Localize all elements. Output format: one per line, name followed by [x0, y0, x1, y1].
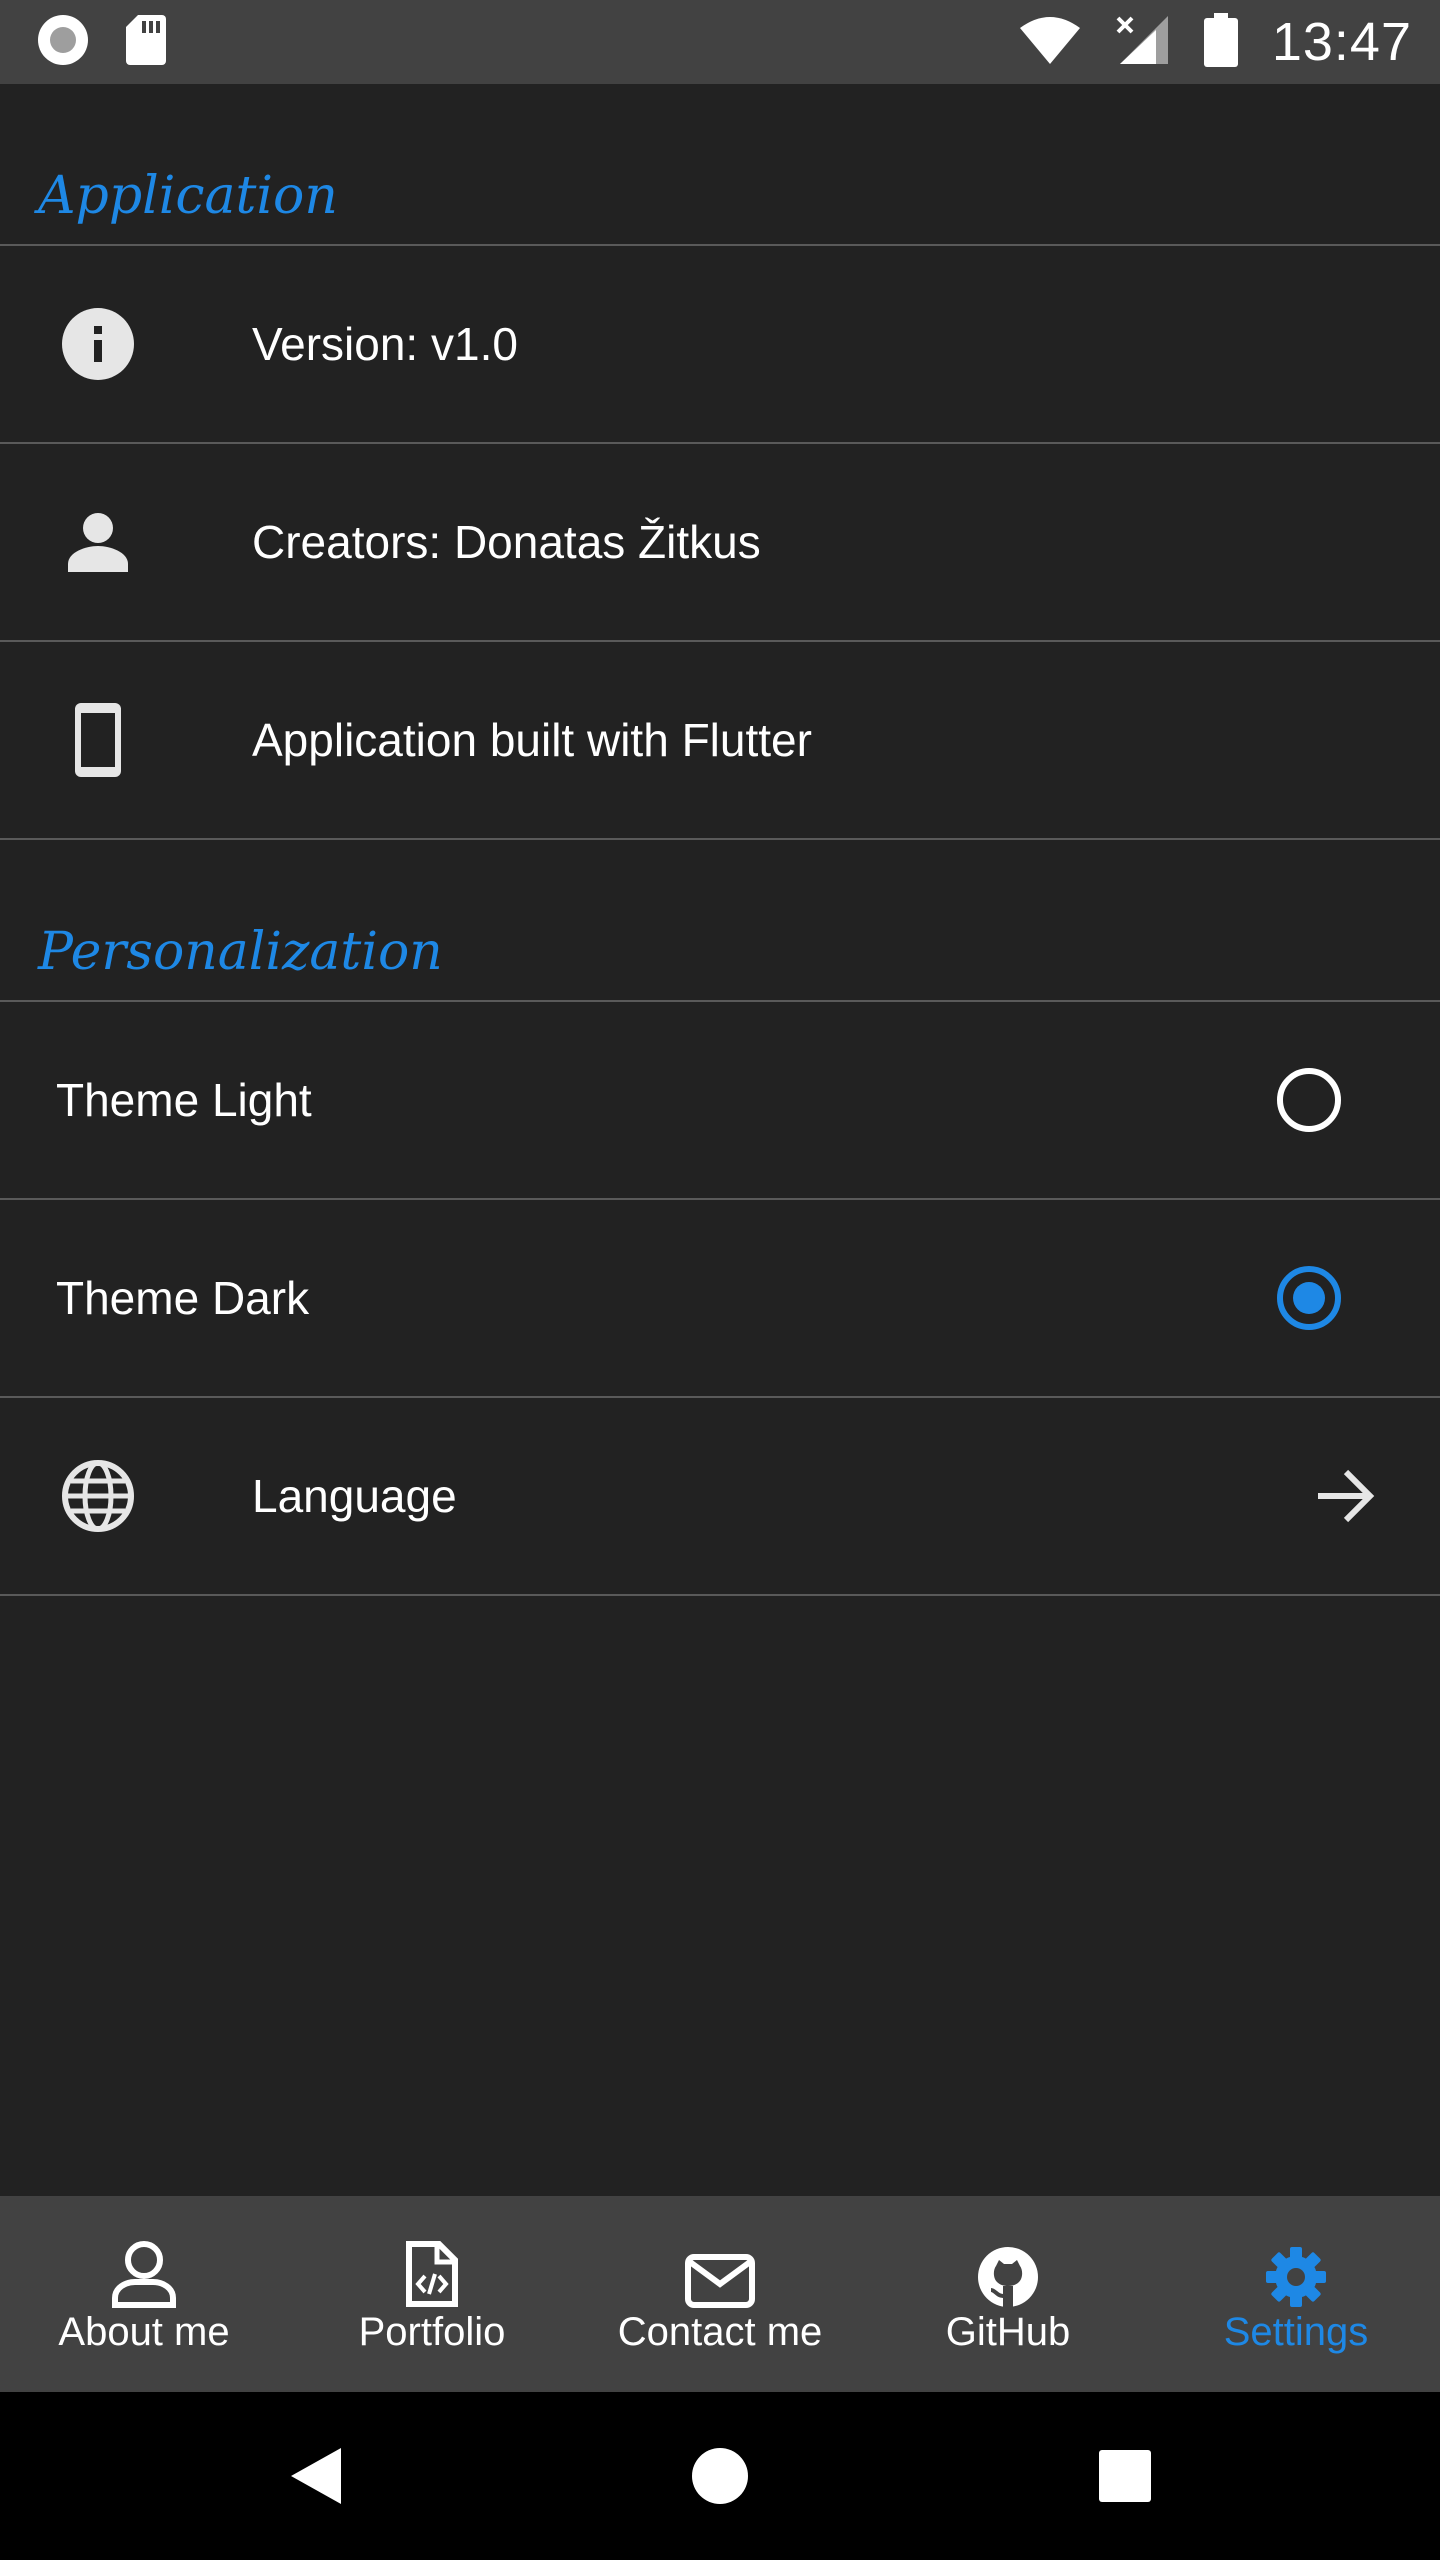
- system-navigation-bar: [0, 2392, 1440, 2560]
- nav-label: About me: [58, 2309, 230, 2354]
- item-label: Language: [252, 1470, 457, 1522]
- record-icon: [36, 13, 90, 72]
- nav-item-about-me[interactable]: About me: [0, 2196, 288, 2392]
- battery-icon: [1203, 12, 1238, 72]
- list-item-language[interactable]: Language: [0, 1398, 1440, 1596]
- radio-theme-light[interactable]: [1276, 1067, 1342, 1133]
- item-label: Application built with Flutter: [252, 714, 812, 766]
- section-title: Personalization: [38, 922, 443, 982]
- user-icon: [111, 2234, 177, 2308]
- item-label: Creators: Donatas Žitkus: [252, 516, 761, 568]
- item-label: Version: v1.0: [252, 318, 518, 370]
- nav-item-github[interactable]: GitHub: [864, 2196, 1152, 2392]
- phone-icon: [60, 702, 136, 778]
- list-item-version[interactable]: Version: v1.0: [0, 246, 1440, 444]
- signal-icon: [1116, 14, 1170, 71]
- arrow-right-icon: [1314, 1468, 1376, 1524]
- wifi-icon: [1018, 14, 1082, 71]
- home-icon[interactable]: [691, 2447, 749, 2505]
- github-icon: [977, 2234, 1039, 2308]
- info-icon: [60, 306, 136, 382]
- nav-label: Settings: [1223, 2309, 1369, 2354]
- globe-icon: [60, 1458, 136, 1534]
- section-personalization-header: Personalization: [0, 840, 1440, 1002]
- section-title: Application: [38, 166, 338, 226]
- gear-icon: [1265, 2234, 1327, 2308]
- person-icon: [60, 504, 136, 580]
- radio-theme-dark[interactable]: [1276, 1265, 1342, 1331]
- code-file-icon: [405, 2234, 459, 2308]
- recents-icon[interactable]: [1098, 2449, 1152, 2503]
- list-item-built-with[interactable]: Application built with Flutter: [0, 642, 1440, 840]
- envelope-icon: [685, 2234, 755, 2308]
- list-item-theme-dark[interactable]: Theme Dark: [0, 1200, 1440, 1398]
- bottom-navigation: About me Portfolio Contact me GitHub Set…: [0, 2196, 1440, 2392]
- item-label: Theme Light: [56, 1074, 312, 1126]
- status-bar: 13:47: [0, 0, 1440, 84]
- nav-item-portfolio[interactable]: Portfolio: [288, 2196, 576, 2392]
- sd-card-icon: [124, 13, 168, 72]
- status-time: 13:47: [1271, 12, 1412, 72]
- settings-screen: 13:47 Application Version: v1.0 Creators…: [0, 0, 1440, 2560]
- section-application-header: Application: [0, 84, 1440, 246]
- nav-label: GitHub: [945, 2309, 1071, 2354]
- list-item-theme-light[interactable]: Theme Light: [0, 1002, 1440, 1200]
- nav-label: Portfolio: [358, 2309, 506, 2354]
- nav-item-contact-me[interactable]: Contact me: [576, 2196, 864, 2392]
- nav-label: Contact me: [617, 2309, 823, 2354]
- back-icon[interactable]: [289, 2446, 343, 2506]
- item-label: Theme Dark: [56, 1272, 310, 1324]
- list-item-creators[interactable]: Creators: Donatas Žitkus: [0, 444, 1440, 642]
- nav-item-settings[interactable]: Settings: [1152, 2196, 1440, 2392]
